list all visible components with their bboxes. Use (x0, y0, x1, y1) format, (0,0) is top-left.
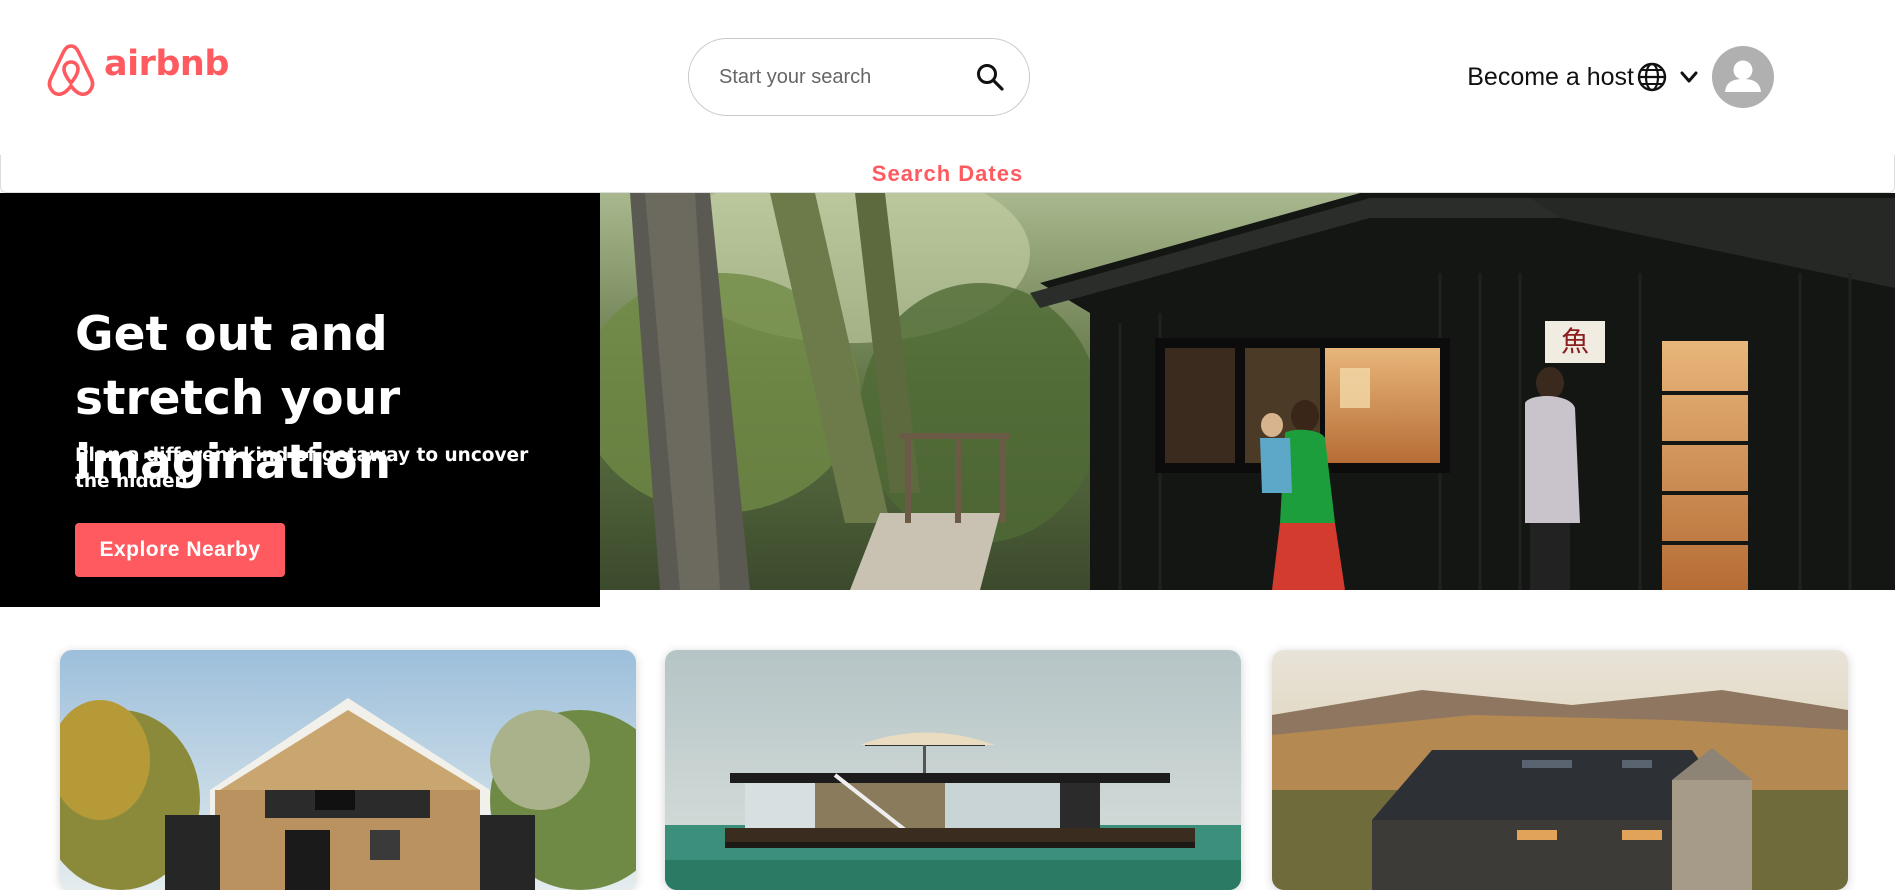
globe-icon[interactable] (1636, 61, 1668, 93)
listing-card-farmhouse[interactable] (1272, 650, 1848, 890)
airbnb-logo[interactable]: airbnb (44, 40, 229, 98)
svg-text:魚: 魚 (1561, 325, 1589, 358)
user-nav: Become a host (1467, 46, 1774, 108)
search-icon (977, 64, 1004, 91)
hero-image: 魚 (600, 193, 1895, 590)
search-dates-bar: Search Dates (0, 155, 1895, 193)
search-button[interactable] (973, 60, 1007, 94)
become-host-link[interactable]: Become a host (1467, 63, 1634, 92)
logo-text: airbnb (104, 44, 229, 84)
farmhouse-image (1272, 650, 1848, 890)
hero-panel: Get out and stretch your imagination Pla… (0, 193, 600, 607)
listing-card-houseboat[interactable] (665, 650, 1241, 890)
header: airbnb Become a host (0, 0, 1895, 155)
hero-cabin-illustration: 魚 (600, 193, 1895, 590)
houseboat-image (665, 650, 1241, 890)
search-bar[interactable] (688, 38, 1030, 116)
explore-nearby-button[interactable]: Explore Nearby (75, 523, 285, 577)
airbnb-logo-icon (47, 44, 95, 97)
cabin-image (60, 650, 636, 890)
user-avatar-icon (1725, 60, 1761, 92)
listing-card-cabin[interactable] (60, 650, 636, 890)
search-input[interactable] (719, 65, 959, 89)
avatar[interactable] (1712, 46, 1774, 108)
chevron-down-icon[interactable] (1678, 66, 1700, 88)
hero-subtitle: Plan a different kind of getaway to unco… (75, 445, 529, 492)
listing-cards (60, 650, 1848, 890)
search-dates-button[interactable]: Search Dates (872, 161, 1023, 187)
